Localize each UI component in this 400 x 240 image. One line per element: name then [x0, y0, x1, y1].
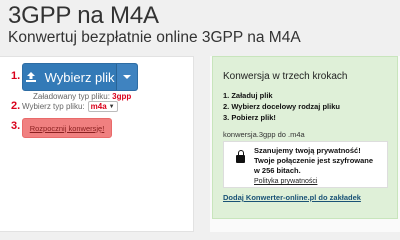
page-title: 3GPP na M4A — [8, 2, 159, 29]
choose-file-button[interactable]: Wybierz plik — [22, 63, 138, 91]
loaded-file-type-label: Załadowany typ pliku: — [33, 92, 110, 101]
step-number-1: 1. — [11, 70, 21, 82]
steps-info-title: Konwersja w trzech krokach — [223, 71, 348, 82]
steps-list-item: 3. Pobierz plik! — [223, 113, 276, 122]
loaded-file-type-value: 3gpp — [112, 92, 132, 101]
privacy-line: Szanujemy twoją prywatność! — [254, 146, 361, 155]
choose-file-label: Wybierz plik — [44, 69, 115, 85]
upload-icon — [25, 72, 36, 82]
upload-options-dropdown[interactable] — [116, 64, 137, 90]
steps-list-item: 2. Wybierz docelowy rodzaj pliku — [223, 102, 340, 111]
privacy-line: w 256 bitach. — [254, 166, 301, 175]
step-number-3: 3. — [11, 120, 21, 132]
conversion-description: konwersja.3gpp do .m4a — [223, 130, 305, 139]
add-bookmark-link[interactable]: Dodaj Konwerter-online.pl do zakładek — [223, 193, 361, 202]
target-format-value: m4a — [90, 102, 107, 111]
target-format-row: Wybierz typ pliku: m4a ▼ — [22, 101, 118, 112]
choose-file-main[interactable]: Wybierz plik — [23, 64, 116, 90]
privacy-line: Twoje połączenie jest szyfrowane — [254, 156, 374, 165]
target-format-label: Wybierz typ pliku: — [22, 102, 85, 111]
page-subtitle: Konwertuj bezpłatnie online 3GPP na M4A — [8, 29, 301, 46]
info-sidebar: Konwersja w trzech krokach 1. Załaduj pl… — [210, 56, 400, 232]
loaded-file-type: Załadowany typ pliku: 3gpp — [33, 92, 131, 101]
step-number-2: 2. — [11, 100, 21, 112]
privacy-policy-link[interactable]: Polityka prywatności — [254, 178, 317, 185]
privacy-text: Szanujemy twoją prywatność! Twoje połącz… — [254, 146, 373, 176]
chevron-down-icon — [123, 75, 132, 79]
start-conversion-button[interactable]: Rozpocznij konwersję! — [22, 118, 112, 138]
privacy-notice: Szanujemy twoją prywatność! Twoje połącz… — [223, 141, 388, 188]
lock-icon — [236, 150, 245, 163]
target-format-select[interactable]: m4a ▼ — [87, 101, 118, 112]
steps-list: 1. Załaduj plik 2. Wybierz docelowy rodz… — [223, 90, 340, 123]
steps-info-box: Konwersja w trzech krokach 1. Załaduj pl… — [212, 56, 398, 219]
chevron-down-icon: ▼ — [108, 103, 115, 110]
steps-list-item: 1. Załaduj plik — [223, 91, 273, 100]
